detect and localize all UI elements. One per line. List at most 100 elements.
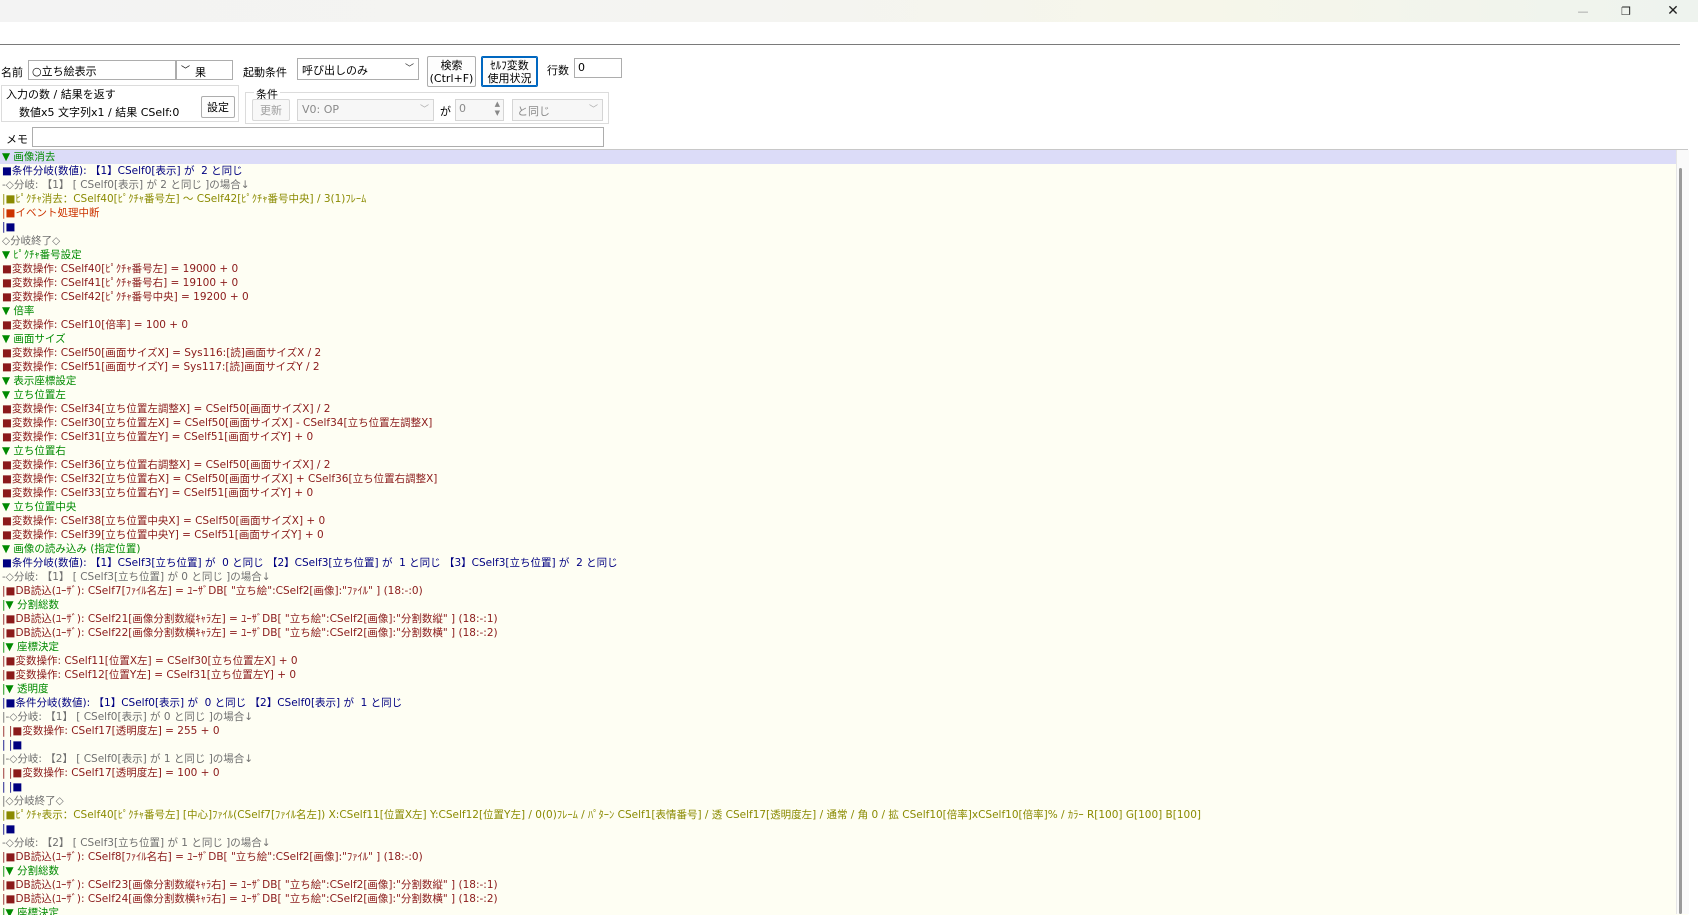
command-line[interactable]: ■変数操作: CSelf42[ﾋﾟｸﾁｬ番号中央] = 19200 + 0 (0, 290, 1676, 304)
command-line[interactable]: ■変数操作: CSelf10[倍率] = 100 + 0 (0, 318, 1676, 332)
command-line[interactable]: |■DB読込(ﾕｰｻﾞ): CSelf7[ﾌｧｲﾙ名左] = ﾕｰｻﾞDB[ "… (0, 584, 1676, 598)
command-line[interactable]: ▼ 立ち位置右 (0, 444, 1676, 458)
condition-number-value: 0 (459, 102, 466, 115)
command-line[interactable]: ■変数操作: CSelf41[ﾋﾟｸﾁｬ番号右] = 19100 + 0 (0, 276, 1676, 290)
ga-label: が (440, 105, 451, 118)
command-line[interactable]: |■DB読込(ﾕｰｻﾞ): CSelf23[画像分割数縦ｷｬﾗ右] = ﾕｰｻﾞ… (0, 878, 1676, 892)
command-line[interactable]: ■変数操作: CSelf30[立ち位置左X] = CSelf50[画面サイズX]… (0, 416, 1676, 430)
trigger-select[interactable]: 呼び出しのみ ﹀ (297, 58, 419, 80)
chevron-down-icon: ﹀ (419, 105, 429, 115)
row-count-label: 行数 (547, 64, 569, 77)
command-line[interactable]: ■条件分岐(数値): 【1】CSelf3[立ち位置] が 0 と同じ 【2】CS… (0, 556, 1676, 570)
restore-icon: ❐ (1621, 4, 1631, 18)
command-line[interactable]: ■変数操作: CSelf51[画面サイズY] = Sys117:[読]画面サイズ… (0, 360, 1676, 374)
command-line[interactable]: |■変数操作: CSelf11[位置X左] = CSelf30[立ち位置左X] … (0, 654, 1676, 668)
row-count-field[interactable]: 0 (574, 58, 622, 78)
command-line[interactable]: | |■ (0, 738, 1676, 752)
chevron-down-icon: ﹀ (181, 66, 191, 76)
chevron-down-icon: ﹀ (588, 105, 598, 115)
command-line[interactable]: |■DB読込(ﾕｰｻﾞ): CSelf22[画像分割数横ｷｬﾗ左] = ﾕｰｻﾞ… (0, 626, 1676, 640)
trigger-label: 起動条件 (243, 66, 287, 79)
command-line[interactable]: | |■変数操作: CSelf17[透明度左] = 100 + 0 (0, 766, 1676, 780)
command-line[interactable]: |■DB読込(ﾕｰｻﾞ): CSelf21[画像分割数縦ｷｬﾗ左] = ﾕｰｻﾞ… (0, 612, 1676, 626)
command-line[interactable]: ■変数操作: CSelf40[ﾋﾟｸﾁｬ番号左] = 19000 + 0 (0, 262, 1676, 276)
self-var-button-line1: ｾﾙﾌ変数 (490, 58, 529, 72)
command-line[interactable]: ▼ 画像の読み込み (指定位置) (0, 542, 1676, 556)
close-icon: ✕ (1667, 3, 1679, 19)
command-line[interactable]: ■変数操作: CSelf31[立ち位置左Y] = CSelf51[画面サイズY]… (0, 430, 1676, 444)
memo-label: メモ (6, 133, 28, 146)
command-line[interactable]: |■DB読込(ﾕｰｻﾞ): CSelf8[ﾌｧｲﾙ名右] = ﾕｰｻﾞDB[ "… (0, 850, 1676, 864)
command-line[interactable]: |■イベント処理中断 (0, 206, 1676, 220)
update-button[interactable]: 更新 (252, 99, 290, 121)
condition-variable-value: V0: OP (302, 103, 340, 116)
command-line[interactable]: -◇分岐: 【2】 [ CSelf3[立ち位置] が 1 と同じ ]の場合↓ (0, 836, 1676, 850)
self-var-button-line2: 使用状況 (487, 71, 532, 85)
command-line[interactable]: ■変数操作: CSelf50[画面サイズX] = Sys116:[読]画面サイズ… (0, 346, 1676, 360)
view-select-value: 果 (195, 66, 206, 79)
maximize-button[interactable]: ❐ (1603, 0, 1649, 22)
command-line[interactable]: ▼ 画像消去 (0, 150, 1676, 164)
io-label: 入力の数 / 結果を返す (6, 88, 116, 101)
command-line[interactable]: ■変数操作: CSelf33[立ち位置右Y] = CSelf51[画面サイズY]… (0, 486, 1676, 500)
menu-bar (0, 22, 1698, 44)
condition-operator-value: と同じ (517, 105, 550, 118)
command-line[interactable]: -◇分岐: 【1】 [ CSelf0[表示] が 2 と同じ ]の場合↓ (0, 178, 1676, 192)
command-line[interactable]: ◇分岐終了◇ (0, 234, 1676, 248)
trigger-select-value: 呼び出しのみ (302, 64, 368, 77)
close-button[interactable]: ✕ (1650, 0, 1696, 22)
command-line[interactable]: |■DB読込(ﾕｰｻﾞ): CSelf24[画像分割数横ｷｬﾗ右] = ﾕｰｻﾞ… (0, 892, 1676, 906)
command-line[interactable]: |◇分岐終了◇ (0, 794, 1676, 808)
command-line[interactable]: ■変数操作: CSelf38[立ち位置中央X] = CSelf50[画面サイズX… (0, 514, 1676, 528)
menu-divider (0, 44, 1680, 45)
command-line[interactable]: ■変数操作: CSelf39[立ち位置中央Y] = CSelf51[画面サイズY… (0, 528, 1676, 542)
command-line[interactable]: ■変数操作: CSelf36[立ち位置右調整X] = CSelf50[画面サイズ… (0, 458, 1676, 472)
command-line[interactable]: |▼ 透明度 (0, 682, 1676, 696)
command-line[interactable]: -◇分岐: 【1】 [ CSelf3[立ち位置] が 0 と同じ ]の場合↓ (0, 570, 1676, 584)
minimize-button[interactable]: — (1560, 0, 1606, 22)
command-line[interactable]: ▼ 倍率 (0, 304, 1676, 318)
command-lines: ▼ 画像消去 ■条件分岐(数値): 【1】CSelf0[表示] が 2 と同じ -◇… (0, 150, 1676, 915)
command-line[interactable]: |-◇分岐: 【1】 [ CSelf0[表示] が 0 と同じ ]の場合↓ (0, 710, 1676, 724)
chevron-down-icon: ﹀ (404, 64, 414, 74)
search-button-shortcut: (Ctrl+F) (429, 71, 474, 85)
command-line[interactable]: |■条件分岐(数値): 【1】CSelf0[表示] が 0 と同じ 【2】CSe… (0, 696, 1676, 710)
command-line[interactable]: |■ (0, 822, 1676, 836)
condition-variable-select[interactable]: V0: OP ﹀ (297, 99, 434, 121)
settings-button[interactable]: 設定 (201, 96, 235, 118)
command-line[interactable]: |▼ 座標決定 (0, 640, 1676, 654)
search-button[interactable]: 検索 (Ctrl+F) (427, 56, 476, 87)
condition-operator-select[interactable]: と同じ ﹀ (512, 99, 603, 121)
condition-number-stepper[interactable]: 0 ▲ ▼ (455, 99, 504, 121)
memo-field[interactable] (32, 127, 604, 147)
command-line[interactable]: |■ﾋﾟｸﾁｬ消去：CSelf40[ﾋﾟｸﾁｬ番号左] ～ CSelf42[ﾋﾟ… (0, 192, 1676, 206)
command-line[interactable]: |■ﾋﾟｸﾁｬ表示：CSelf40[ﾋﾟｸﾁｬ番号左] [中心]ﾌｧｲﾙ(CSe… (0, 808, 1676, 822)
title-bar: — ❐ ✕ (0, 0, 1698, 22)
command-line[interactable]: |■変数操作: CSelf12[位置Y左] = CSelf31[立ち位置左Y] … (0, 668, 1676, 682)
io-value: 数値x5 文字列x1 / 結果 CSelf:0 (19, 106, 180, 119)
command-line[interactable]: ▼ ﾋﾟｸﾁｬ番号設定 (0, 248, 1676, 262)
command-line[interactable]: ▼ 画面サイズ (0, 332, 1676, 346)
command-line[interactable]: | |■ (0, 780, 1676, 794)
event-command-list[interactable]: ▼ 画像消去 ■条件分岐(数値): 【1】CSelf0[表示] が 2 と同じ -◇… (0, 149, 1688, 915)
vertical-scrollbar[interactable] (1676, 150, 1689, 914)
command-line[interactable]: ▼ 立ち位置中央 (0, 500, 1676, 514)
command-line[interactable]: |■ (0, 220, 1676, 234)
command-line[interactable]: |-◇分岐: 【2】 [ CSelf0[表示] が 1 と同じ ]の場合↓ (0, 752, 1676, 766)
name-label: 名前 (1, 66, 23, 79)
self-var-usage-button[interactable]: ｾﾙﾌ変数 使用状況 (481, 56, 538, 87)
command-line[interactable]: | |■変数操作: CSelf17[透明度左] = 255 + 0 (0, 724, 1676, 738)
name-field[interactable]: ○立ち絵表示 (28, 60, 176, 80)
command-line[interactable]: ▼ 立ち位置左 (0, 388, 1676, 402)
command-line[interactable]: ■変数操作: CSelf32[立ち位置右X] = CSelf50[画面サイズX]… (0, 472, 1676, 486)
stepper-up-icon[interactable]: ▲ (495, 100, 500, 108)
scrollbar-thumb[interactable] (1679, 168, 1682, 914)
search-button-label: 検索 (440, 58, 463, 72)
command-line[interactable]: ■変数操作: CSelf34[立ち位置左調整X] = CSelf50[画面サイズ… (0, 402, 1676, 416)
command-line[interactable]: |▼ 分割総数 (0, 864, 1676, 878)
view-select[interactable]: ﹀ 果 (176, 60, 233, 80)
command-line[interactable]: ▼ 表示座標設定 (0, 374, 1676, 388)
command-line[interactable]: ■条件分岐(数値): 【1】CSelf0[表示] が 2 と同じ (0, 164, 1676, 178)
command-line[interactable]: |▼ 分割総数 (0, 598, 1676, 612)
stepper-down-icon[interactable]: ▼ (495, 109, 500, 117)
